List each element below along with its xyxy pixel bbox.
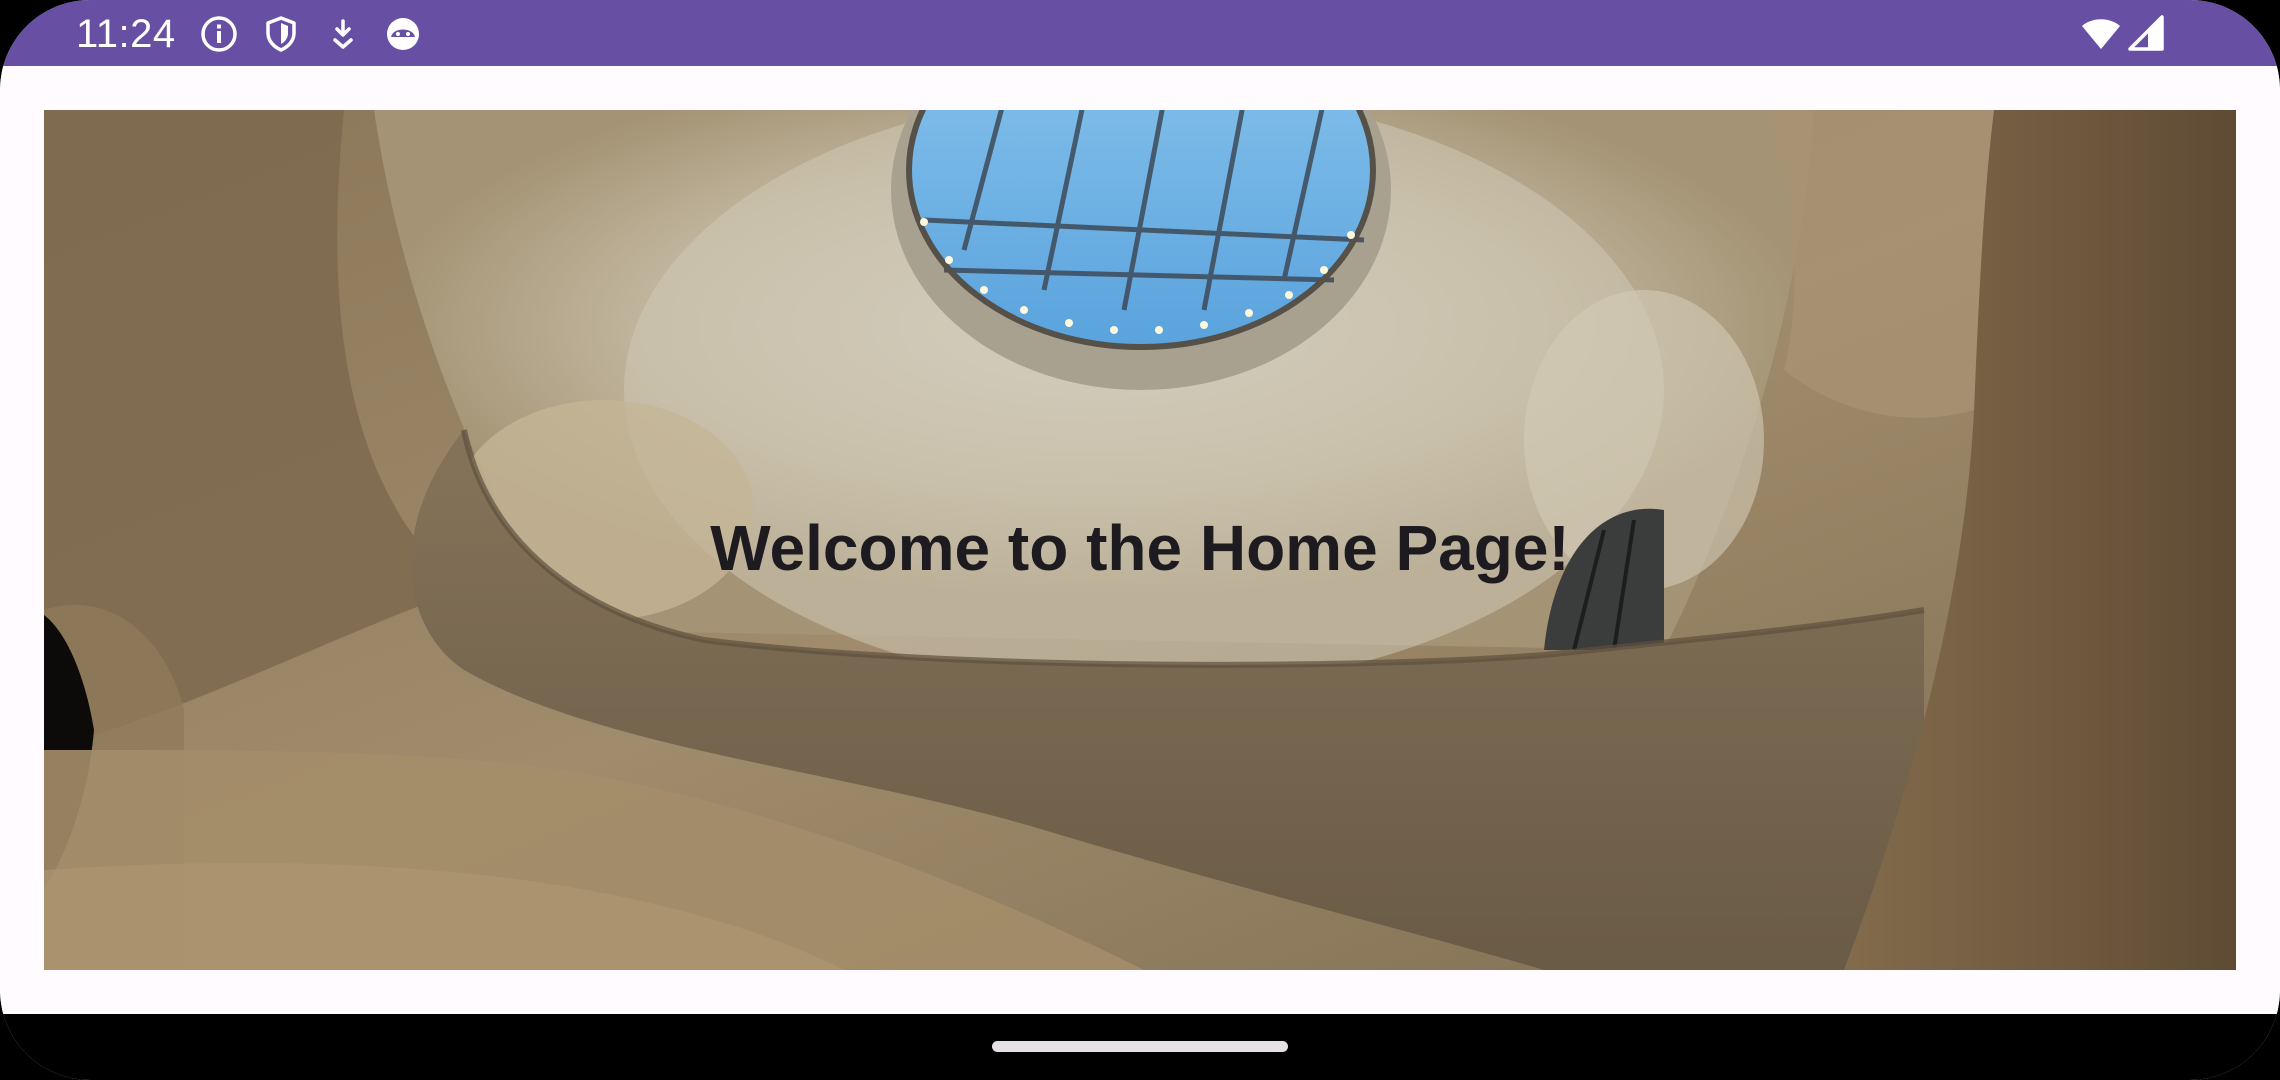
shield-icon — [266, 16, 296, 52]
wifi-icon — [2082, 19, 2120, 49]
navigation-bar — [0, 1014, 2280, 1080]
download-icon — [333, 19, 353, 49]
main-content: Welcome to the Home Page! — [0, 66, 2280, 1014]
home-gesture-handle[interactable] — [992, 1041, 1288, 1052]
hero-image-panel: Welcome to the Home Page! — [44, 110, 2236, 970]
cellular-signal-icon — [2128, 15, 2164, 51]
info-icon — [201, 16, 237, 52]
status-bar: 11:24 — [0, 0, 2280, 66]
status-time: 11:24 — [76, 12, 176, 56]
welcome-heading: Welcome to the Home Page! — [710, 512, 1570, 584]
android-face-icon — [387, 18, 419, 50]
device-screen: 11:24 Welcome to the Home Page! — [0, 0, 2280, 1080]
